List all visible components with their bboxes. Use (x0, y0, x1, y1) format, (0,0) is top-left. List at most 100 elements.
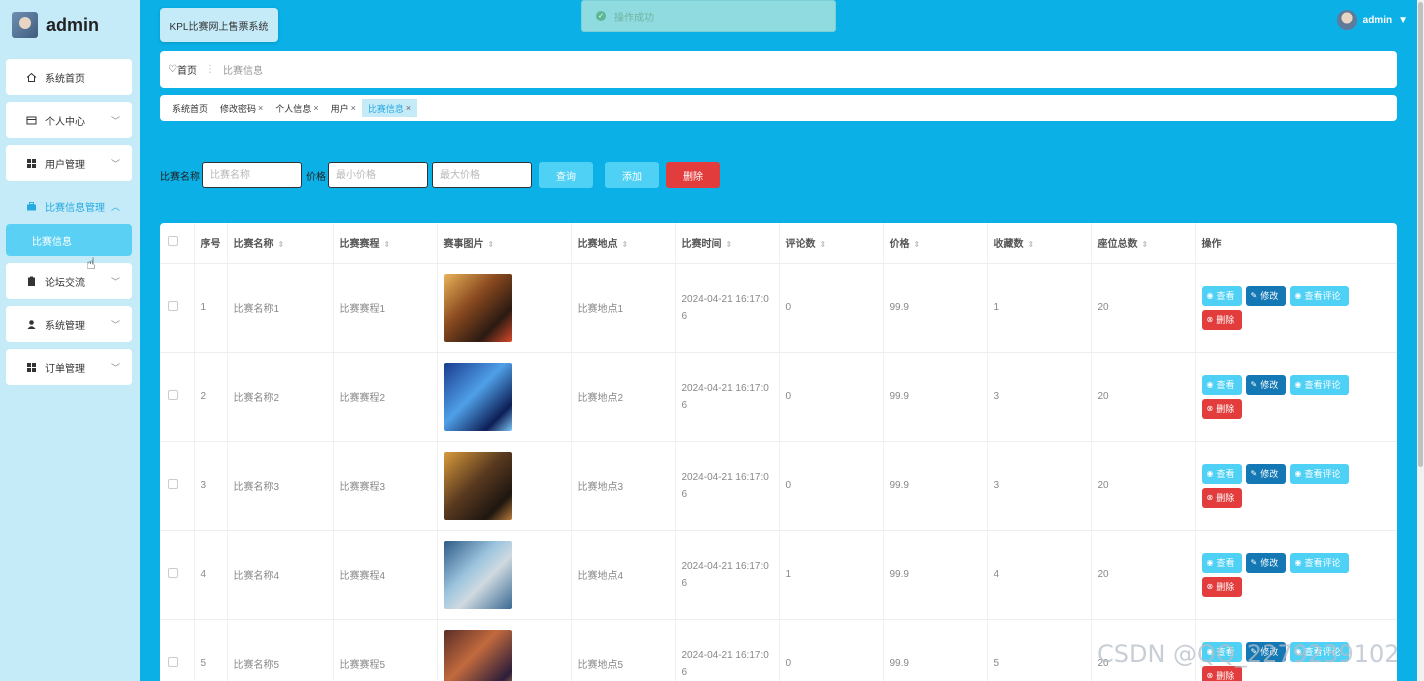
close-icon[interactable]: × (406, 103, 411, 113)
briefcase-icon (26, 201, 37, 212)
min-price-input[interactable] (328, 162, 428, 188)
cell-price: 99.9 (883, 352, 988, 442)
edit-button[interactable]: ✎ 修改 (1245, 285, 1286, 306)
col-header[interactable]: 赛事图片 ⇕ (437, 223, 572, 264)
view-comments-button[interactable]: ◉ 查看评论 (1289, 374, 1349, 395)
name-search-input[interactable] (202, 162, 302, 188)
tag-user[interactable]: 用户 × (325, 99, 362, 117)
delete-button[interactable]: 删除 (666, 162, 720, 188)
brand-name: admin (46, 14, 100, 35)
scrollbar-thumb[interactable] (1418, 2, 1423, 467)
system-title[interactable]: KPL比赛网上售票系统 (160, 8, 278, 42)
grid-icon (26, 362, 37, 373)
sidebar-item-users[interactable]: 用户管理 ﹀ (6, 145, 132, 181)
view-comments-button[interactable]: ◉ 查看评论 (1289, 285, 1349, 306)
chevron-down-icon: ﹀ (110, 363, 120, 373)
match-image (443, 273, 512, 342)
success-toast: ✓ 操作成功 (581, 0, 836, 32)
col-header[interactable]: 评论数 ⇕ (779, 223, 884, 264)
sidebar-item-label: 论坛交流 (45, 277, 85, 289)
sidebar-item-orders[interactable]: 订单管理 ﹀ (6, 349, 132, 385)
col-header[interactable]: 比赛赛程 ⇕ (333, 223, 438, 264)
row-checkbox[interactable] (168, 479, 178, 489)
table-header: 序号 比赛名称 ⇕ 比赛赛程 ⇕ 赛事图片 ⇕ 比赛地点 ⇕ 比赛时间 ⇕ 评论数 ⇕ 价格… (160, 223, 1397, 264)
circle-x-icon: ⊗ (1206, 582, 1214, 591)
select-all-checkbox[interactable] (168, 236, 178, 247)
cell-favorites: 3 (987, 441, 1092, 531)
chevron-up-icon: ︿ (110, 202, 120, 212)
match-image (443, 629, 512, 681)
sort-icon[interactable]: ⇕ (726, 240, 733, 249)
eye-icon: ◉ (1206, 291, 1214, 300)
query-button[interactable]: 查询 (539, 162, 593, 188)
edit-button[interactable]: ✎ 修改 (1245, 374, 1286, 395)
sidebar-item-home[interactable]: 系统首页 (6, 59, 132, 95)
eye-icon: ◉ (1294, 291, 1302, 300)
close-icon[interactable]: × (313, 103, 318, 113)
row-delete-button[interactable]: ⊗ 删除 (1201, 576, 1242, 597)
price-label: 价格 (306, 171, 326, 183)
scrollbar[interactable] (1417, 0, 1424, 681)
row-delete-button[interactable]: ⊗ 删除 (1201, 487, 1242, 508)
sidebar-item-personal[interactable]: 个人中心 ﹀ (6, 102, 132, 138)
row-actions: ◉ 查看 ✎ 修改 ◉ 查看评论 ⊗ 删除 (1201, 552, 1352, 597)
sort-icon[interactable]: ⇕ (820, 240, 827, 249)
tag-change-password[interactable]: 修改密码 × (214, 99, 269, 117)
add-button[interactable]: 添加 (605, 162, 659, 188)
sort-icon[interactable]: ⇕ (622, 240, 629, 249)
tag-personal-info[interactable]: 个人信息 × (269, 99, 324, 117)
sort-icon[interactable]: ⇕ (1142, 240, 1149, 249)
col-header[interactable]: 比赛时间 ⇕ (675, 223, 780, 264)
close-icon[interactable]: × (258, 103, 263, 113)
row-checkbox[interactable] (168, 568, 178, 578)
row-delete-button[interactable]: ⊗ 删除 (1201, 309, 1242, 330)
chevron-down-icon: ﹀ (110, 159, 120, 169)
row-checkbox[interactable] (168, 657, 178, 667)
tag-match-info[interactable]: 比赛信息 × (361, 99, 418, 117)
sort-icon[interactable]: ⇕ (1028, 240, 1035, 249)
toast-message: 操作成功 (614, 12, 654, 24)
sort-icon[interactable]: ⇕ (278, 240, 285, 249)
sidebar-item-system[interactable]: 系统管理 ﹀ (6, 306, 132, 342)
row-checkbox[interactable] (168, 390, 178, 400)
view-comments-button[interactable]: ◉ 查看评论 (1289, 463, 1349, 484)
view-comments-button[interactable]: ◉ 查看评论 (1289, 552, 1349, 573)
sort-icon[interactable]: ⇕ (488, 240, 495, 249)
submenu-item-match-info[interactable]: 比赛信息 (6, 224, 132, 256)
view-button[interactable]: ◉ 查看 (1201, 285, 1242, 306)
col-header[interactable]: 比赛地点 ⇕ (571, 223, 676, 264)
sidebar-item-forum[interactable]: 论坛交流 ﹀ (6, 263, 132, 299)
sidebar-item-match-info-mgmt[interactable]: 比赛信息管理 ︿ (6, 188, 132, 224)
sort-icon[interactable]: ⇕ (914, 240, 921, 249)
user-menu[interactable]: admin ▼ (1336, 10, 1408, 30)
heart-icon: ♡ (168, 64, 177, 75)
sort-icon[interactable]: ⇕ (384, 240, 391, 249)
row-checkbox[interactable] (168, 301, 178, 311)
col-header[interactable]: 收藏数 ⇕ (987, 223, 1092, 264)
col-header[interactable]: 价格 ⇕ (883, 223, 988, 264)
breadcrumb-current: 比赛信息 (222, 66, 263, 77)
chevron-down-icon: ﹀ (110, 277, 120, 287)
max-price-input[interactable] (432, 162, 532, 188)
tag-home[interactable]: 系统首页 (166, 99, 214, 117)
table-row: 3 比赛名称3 比赛赛程3 比赛地点3 2024-04-21 16:17:06 0 99.9… (160, 441, 1397, 531)
cell-time: 2024-04-21 16:17:06 (681, 293, 769, 322)
pencil-icon: ✎ (1250, 380, 1258, 389)
sidebar-item-label: 用户管理 (45, 159, 85, 171)
data-table: 序号 比赛名称 ⇕ 比赛赛程 ⇕ 赛事图片 ⇕ 比赛地点 ⇕ 比赛时间 ⇕ 评论数 ⇕ 价格… (160, 223, 1397, 681)
view-button[interactable]: ◉ 查看 (1201, 374, 1242, 395)
cell-no: 4 (194, 530, 228, 620)
cell-place: 比赛地点3 (571, 441, 676, 531)
edit-button[interactable]: ✎ 修改 (1245, 552, 1286, 573)
close-icon[interactable]: × (351, 103, 356, 113)
col-header[interactable]: 比赛名称 ⇕ (227, 223, 334, 264)
name-label: 比赛名称 (160, 171, 200, 183)
row-delete-button[interactable]: ⊗ 删除 (1201, 398, 1242, 419)
view-button[interactable]: ◉ 查看 (1201, 463, 1242, 484)
sidebar-item-label: 系统首页 (45, 73, 85, 85)
col-header[interactable]: 座位总数 ⇕ (1091, 223, 1196, 264)
breadcrumb-home[interactable]: 首页 (177, 62, 197, 77)
view-button[interactable]: ◉ 查看 (1201, 552, 1242, 573)
table-row: 4 比赛名称4 比赛赛程4 比赛地点4 2024-04-21 16:17:06 1 99.9… (160, 530, 1397, 620)
edit-button[interactable]: ✎ 修改 (1245, 463, 1286, 484)
